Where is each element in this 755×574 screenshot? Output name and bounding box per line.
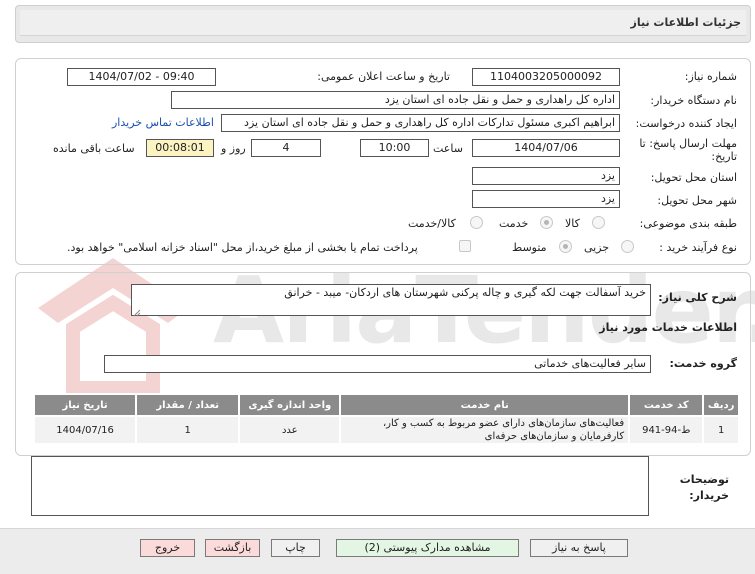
- days-field: 4: [251, 139, 321, 157]
- col-name: نام خدمت: [339, 393, 631, 417]
- creator-label: ایجاد کننده درخواست:: [635, 117, 737, 130]
- page-title: جزئیات اطلاعات نیاز: [630, 16, 742, 29]
- cell-name: فعالیت‌های سازمان‌های دارای عضو مربوط به…: [339, 415, 631, 445]
- table-header-row: ردیف کد خدمت نام خدمت واحد اندازه گیری ت…: [32, 393, 740, 417]
- reply-button[interactable]: پاسخ به نیاز: [530, 539, 628, 557]
- days-label: روز و: [221, 142, 246, 155]
- print-button[interactable]: چاپ: [271, 539, 320, 557]
- deadline-time-field: 10:00: [360, 139, 429, 157]
- attachments-button[interactable]: مشاهده مدارک پیوستی (2): [336, 539, 519, 557]
- need-number-label: شماره نیاز:: [684, 70, 737, 83]
- buyer-notes-label-2: خریدار:: [689, 489, 729, 502]
- announce-field: 1404/07/02 - 09:40: [67, 68, 216, 86]
- buyer-contact-link[interactable]: اطلاعات تماس خریدار: [112, 116, 214, 129]
- category-option-goods-service: کالا/خدمت: [408, 217, 456, 230]
- province-field: یزد: [472, 167, 620, 185]
- process-option-minor: جزیی: [584, 241, 610, 254]
- deadline-label: مهلت ارسال پاسخ: تا: [639, 137, 737, 150]
- service-group-label: گروه خدمت:: [669, 357, 737, 370]
- deadline-date-field: 1404/07/06: [472, 139, 620, 157]
- announce-label: تاریخ و ساعت اعلان عمومی:: [317, 70, 450, 83]
- cell-qty: 1: [135, 415, 241, 445]
- province-label: استان محل تحویل:: [650, 171, 737, 184]
- city-field: یزد: [472, 190, 620, 208]
- cell-index: 1: [702, 415, 740, 445]
- category-radio-goods[interactable]: [592, 216, 605, 229]
- services-table: ردیف کد خدمت نام خدمت واحد اندازه گیری ت…: [32, 393, 740, 445]
- category-option-goods: کالا: [565, 217, 580, 230]
- process-label: نوع فرآیند خرید :: [659, 241, 737, 254]
- category-option-service: خدمت: [499, 217, 529, 230]
- remaining-time-field: 00:08:01: [146, 139, 214, 157]
- treasury-checkbox[interactable]: [459, 240, 471, 252]
- category-label: طبقه بندی موضوعی:: [639, 217, 737, 230]
- service-group-field: سایر فعالیت‌های خدماتی: [104, 355, 651, 373]
- buyer-notes-label: توضیحات: [679, 473, 729, 486]
- process-radio-medium[interactable]: [559, 240, 572, 253]
- col-unit: واحد اندازه گیری: [238, 393, 342, 417]
- resize-handle-icon[interactable]: [133, 307, 141, 317]
- cell-unit: عدد: [238, 415, 342, 445]
- table-row: 1 ط-94-941 فعالیت‌های سازمان‌های دارای ع…: [32, 415, 740, 445]
- col-code: کد خدمت: [628, 393, 705, 417]
- col-index: ردیف: [702, 393, 740, 417]
- process-option-medium: متوسط: [512, 241, 547, 254]
- creator-field: ابراهیم اکبری مسئول تدارکات اداره کل راه…: [221, 114, 620, 132]
- description-field: خرید آسفالت جهت لکه گیری و چاله پرکنی شه…: [131, 284, 651, 316]
- buyer-field: اداره کل راهداری و حمل و نقل جاده ای است…: [171, 91, 620, 109]
- cell-date: 1404/07/16: [32, 415, 138, 445]
- back-button[interactable]: بازگشت: [205, 539, 260, 557]
- info-panel: [15, 58, 751, 265]
- cell-code: ط-94-941: [628, 415, 705, 445]
- exit-button[interactable]: خروج: [140, 539, 195, 557]
- col-date: تاریخ نیاز: [32, 393, 138, 417]
- need-number-field: 1104003205000092: [472, 68, 620, 86]
- services-heading: اطلاعات خدمات مورد نیاز: [599, 321, 737, 334]
- buyer-notes-textarea[interactable]: [31, 456, 649, 516]
- category-radio-service[interactable]: [540, 216, 553, 229]
- buyer-label: نام دستگاه خریدار:: [650, 94, 737, 107]
- process-radio-minor[interactable]: [621, 240, 634, 253]
- deadline-label-2: تاریخ:: [711, 150, 737, 163]
- category-radio-goods-service[interactable]: [470, 216, 483, 229]
- payment-note: پرداخت تمام یا بخشی از مبلغ خرید،از محل …: [67, 241, 418, 254]
- remaining-label: ساعت باقی مانده: [53, 142, 135, 155]
- deadline-time-label: ساعت: [433, 142, 463, 155]
- col-qty: تعداد / مقدار: [135, 393, 241, 417]
- city-label: شهر محل تحویل:: [657, 194, 737, 207]
- description-label: شرح کلی نیاز:: [658, 291, 737, 304]
